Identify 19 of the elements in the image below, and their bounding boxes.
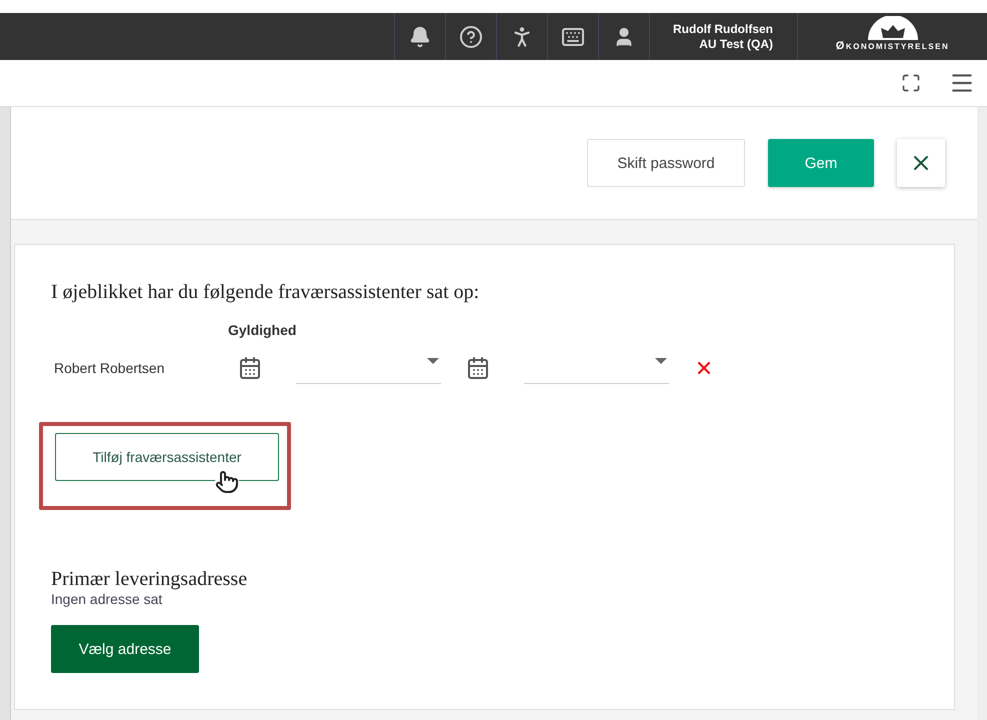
fullscreen-icon[interactable] [901,73,921,94]
address-status: Ingen adresse sat [51,591,164,608]
column-heading: Gyldighed [228,322,298,338]
close-button[interactable] [897,139,945,188]
add-assistant-button[interactable]: Tilføj fraværsassistenter [55,433,279,482]
calendar-icon[interactable] [238,356,262,380]
help-icon[interactable] [459,24,483,49]
address-heading: Primær leveringsadresse [51,568,248,592]
user-role: AU Test (QA) [699,36,773,52]
bell-icon[interactable] [409,26,431,48]
hand-cursor-icon [215,470,239,494]
user-name: Rudolf Rudolfsen [673,22,773,37]
choose-address-button[interactable]: Vælg adresse [51,625,199,674]
crown-logo-icon [866,16,920,40]
calendar-icon[interactable] [466,356,490,380]
intro-text: I øjeblikket har du følgende fraværsassistenter sat op: [51,281,480,304]
change-password-button[interactable]: Skift password [587,139,745,188]
logo-text: Økonomistyrelsen [836,40,950,52]
assistant-name: Robert Robertsen [54,360,166,376]
